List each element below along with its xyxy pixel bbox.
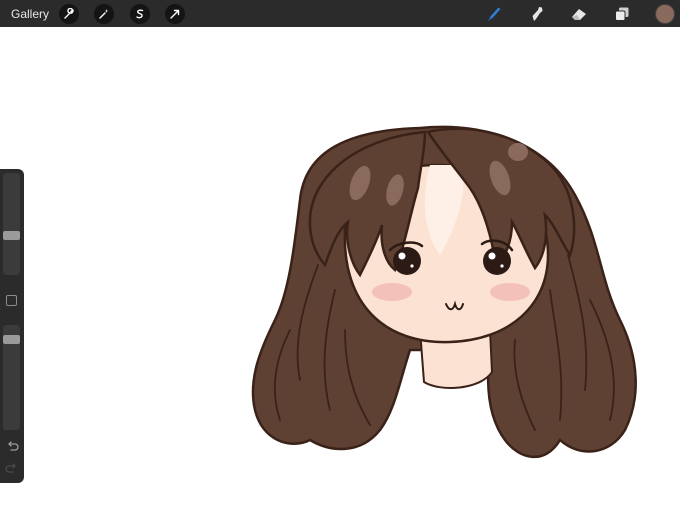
- transform-icon[interactable]: [165, 4, 185, 24]
- layers-icon[interactable]: [612, 4, 632, 24]
- chibi-girl-drawing: [251, 125, 637, 459]
- wrench-icon[interactable]: [59, 4, 79, 24]
- drawing-canvas[interactable]: [0, 27, 680, 510]
- selection-icon[interactable]: [130, 4, 150, 24]
- top-toolbar: Gallery: [0, 0, 680, 27]
- gallery-button[interactable]: Gallery: [11, 7, 49, 21]
- right-blush: [490, 283, 530, 301]
- color-picker-swatch[interactable]: [656, 5, 674, 23]
- brush-icon[interactable]: [484, 4, 504, 24]
- magic-wand-icon[interactable]: [94, 4, 114, 24]
- left-blush: [372, 283, 412, 301]
- eraser-icon[interactable]: [569, 4, 589, 24]
- smudge-icon[interactable]: [527, 4, 547, 24]
